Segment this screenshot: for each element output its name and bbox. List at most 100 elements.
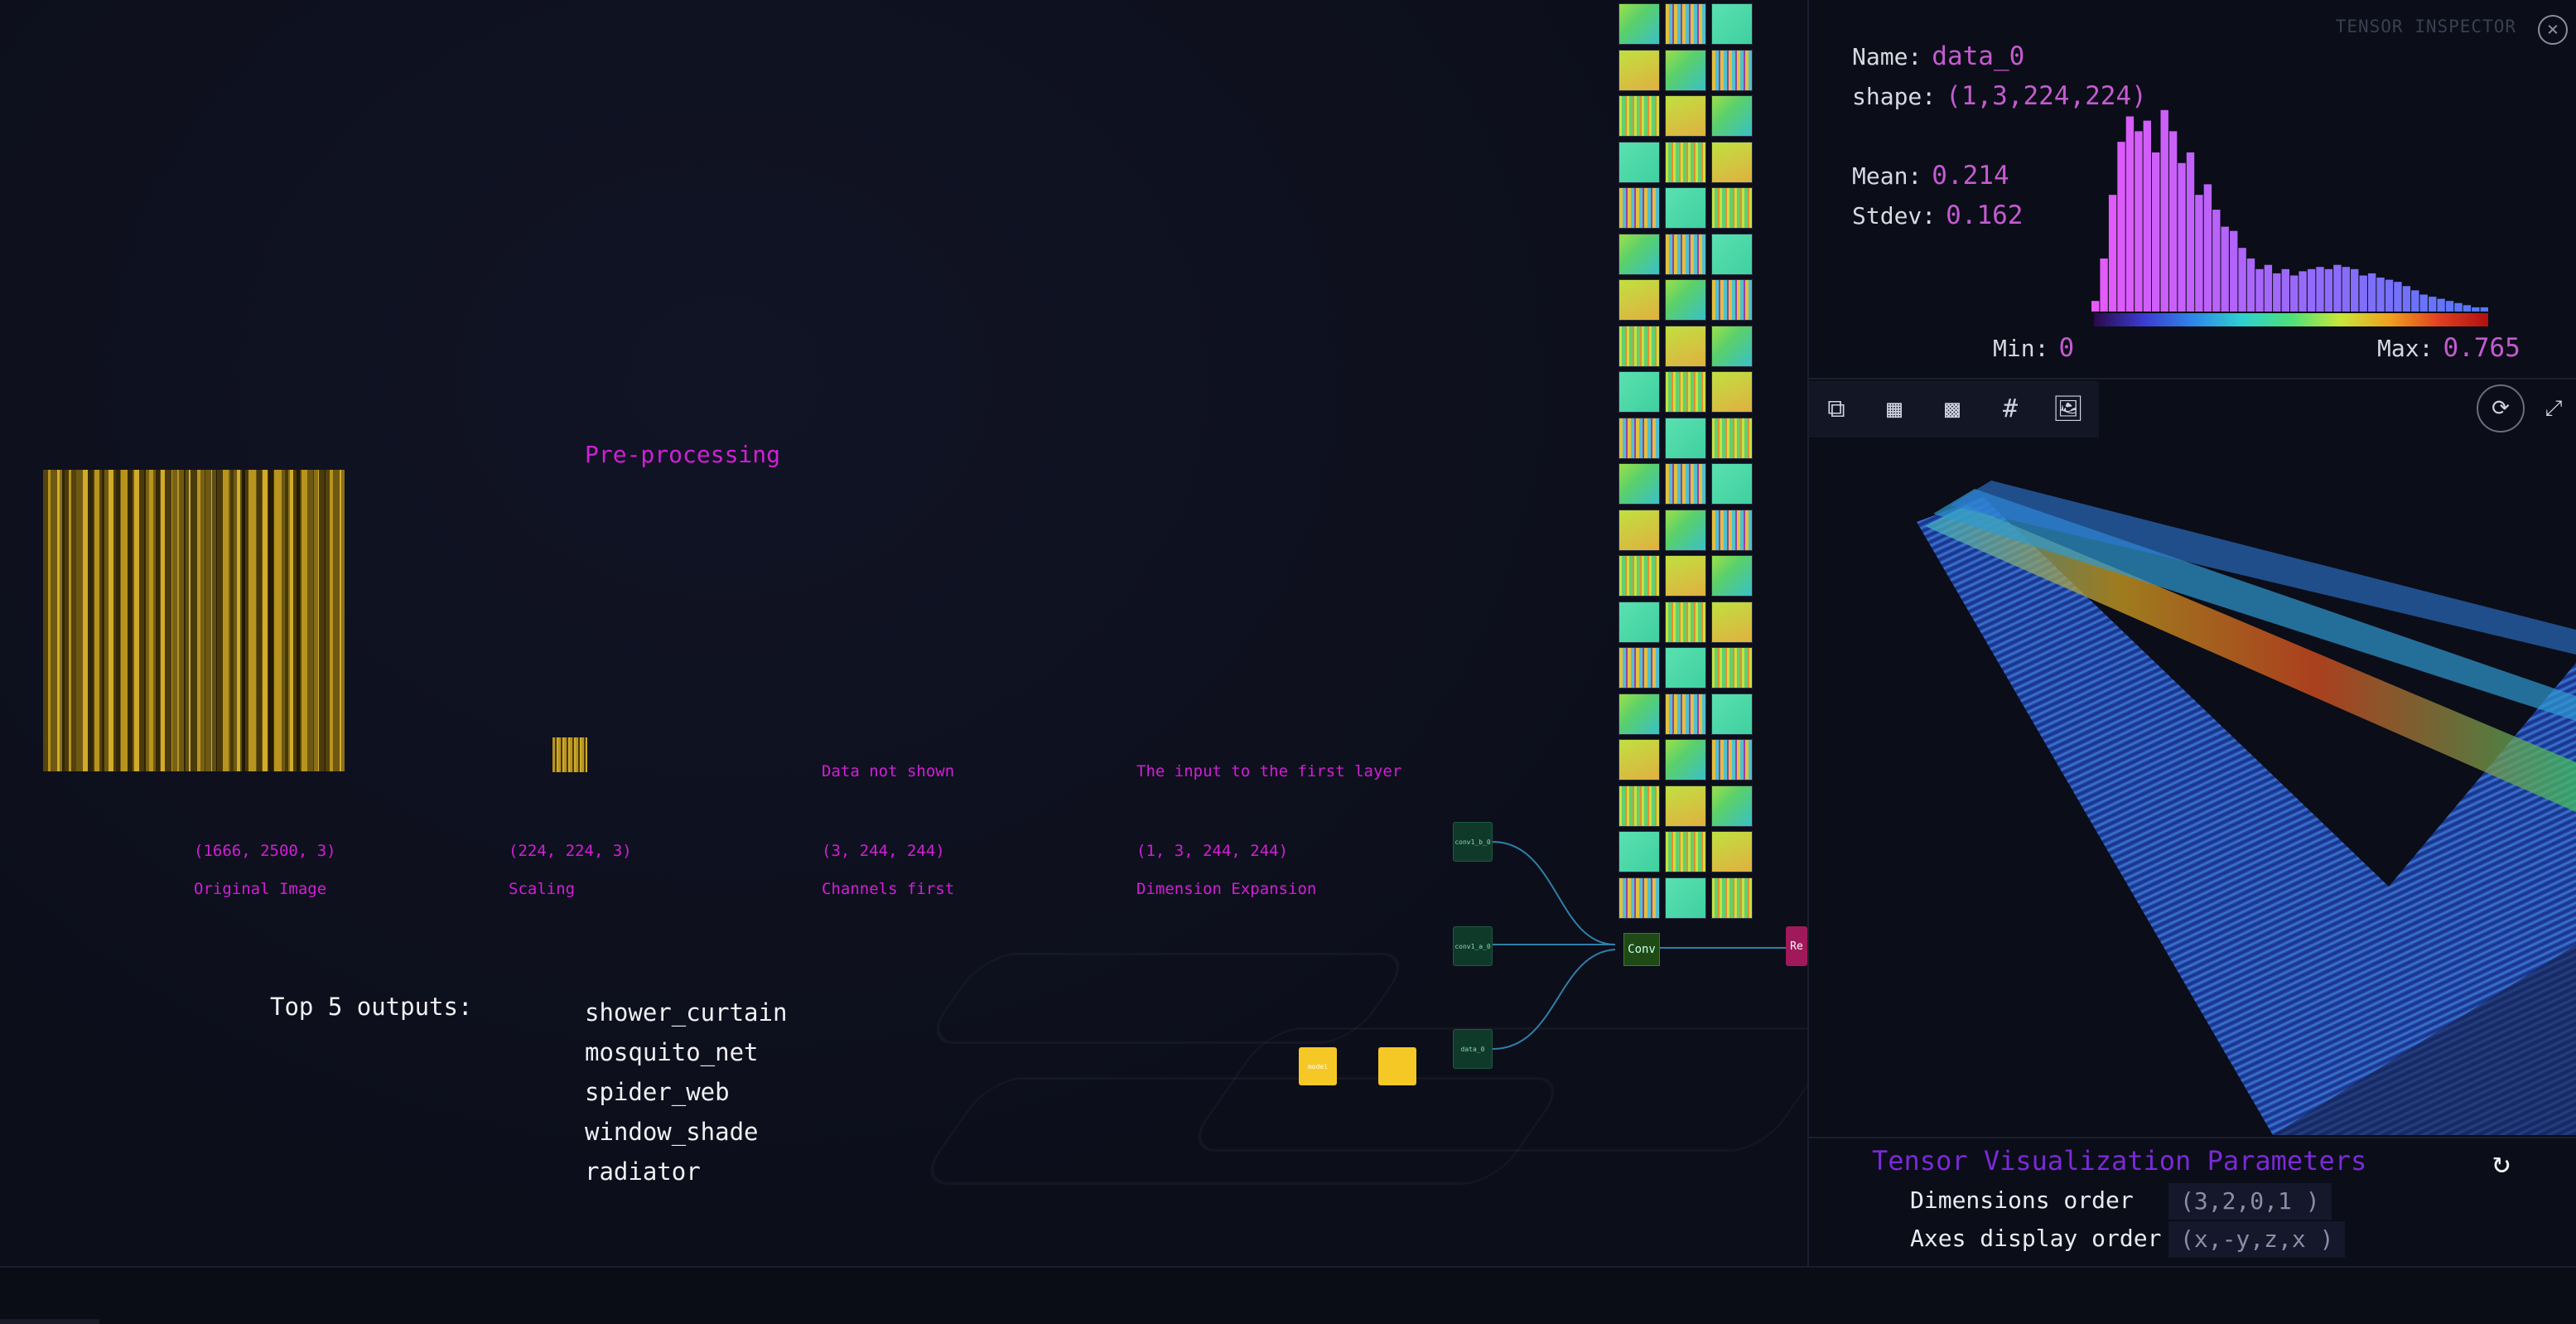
feature-map-tile[interactable] [1665,187,1706,229]
feature-map-tile[interactable] [1711,371,1753,413]
tensor-3d-view[interactable] [1809,447,2576,1135]
feature-map-tile[interactable] [1665,877,1706,919]
feature-map-tile[interactable] [1618,463,1660,505]
feature-map-tile[interactable] [1711,555,1753,597]
feature-map-grid[interactable] [1617,0,1758,920]
tensor-max-row: Max: 0.765 [2377,333,2521,363]
feature-map-tile[interactable] [1618,601,1660,643]
tensor-name-value: data_0 [1932,41,2025,71]
feature-map-tile[interactable] [1711,233,1753,275]
node-relu[interactable]: Re [1786,926,1807,966]
tensor-max-label: Max: [2377,335,2434,362]
feature-map-tile[interactable] [1665,647,1706,689]
feature-map-tile[interactable] [1618,555,1660,597]
node-conv[interactable]: Conv [1623,933,1660,966]
graph-canvas[interactable]: Pre-processing Data not shown The input … [0,0,1807,1266]
feature-map-tile[interactable] [1665,463,1706,505]
feature-map-tile[interactable] [1711,647,1753,689]
image-icon[interactable]: 🖼 [2049,389,2087,428]
feature-map-tile[interactable] [1711,279,1753,321]
feature-map-tile[interactable] [1665,279,1706,321]
feature-map-tile[interactable] [1711,49,1753,91]
camera-rotate-button[interactable]: ⟳ [2477,384,2525,432]
node-data-0[interactable]: data_0 [1453,1029,1493,1069]
histogram-bar [2480,307,2488,312]
checker-alt-icon[interactable]: ▩ [1933,389,1971,428]
close-button[interactable]: × [2538,15,2568,45]
hash-icon[interactable]: # [1991,389,2029,428]
copy-icon[interactable]: ⧉ [1817,389,1855,428]
status-bar [0,1266,2576,1324]
feature-map-tile[interactable] [1711,785,1753,827]
feature-map-tile[interactable] [1618,371,1660,413]
node-conv-a[interactable]: conv1_a_0 [1453,926,1493,966]
feature-map-tile[interactable] [1711,509,1753,551]
divider [1809,378,2576,379]
feature-map-tile[interactable] [1711,463,1753,505]
feature-map-tile[interactable] [1665,49,1706,91]
feature-map-tile[interactable] [1618,693,1660,735]
dims-order-input[interactable]: (3,2,0,1 ) [2168,1183,2332,1220]
feature-map-tile[interactable] [1711,739,1753,780]
feature-map-tile[interactable] [1665,785,1706,827]
divider [1809,1137,2576,1138]
node-conv-b[interactable]: conv1_b_0 [1453,822,1493,862]
feature-map-tile[interactable] [1618,3,1660,45]
feature-map-tile[interactable] [1711,831,1753,872]
feature-map-tile[interactable] [1665,417,1706,459]
feature-map-tile[interactable] [1665,555,1706,597]
histogram-bar [2367,273,2376,312]
feature-map-tile[interactable] [1665,141,1706,183]
feature-map-tile[interactable] [1711,141,1753,183]
feature-map-tile[interactable] [1618,95,1660,137]
histogram-bar [2454,302,2463,312]
feature-map-tile[interactable] [1711,95,1753,137]
node-model-0[interactable]: model [1299,1047,1337,1085]
feature-map-tile[interactable] [1618,325,1660,367]
feature-map-tile[interactable] [1665,601,1706,643]
params-title: Tensor Visualization Parameters [1872,1145,2367,1177]
feature-map-tile[interactable] [1711,325,1753,367]
feature-map-tile[interactable] [1665,739,1706,780]
feature-map-tile[interactable] [1711,187,1753,229]
feature-map-tile[interactable] [1618,647,1660,689]
feature-map-tile[interactable] [1618,831,1660,872]
feature-map-tile[interactable] [1665,509,1706,551]
feature-map-tile[interactable] [1618,233,1660,275]
feature-map-tile[interactable] [1665,831,1706,872]
feature-map-tile[interactable] [1665,325,1706,367]
feature-map-tile[interactable] [1665,693,1706,735]
feature-map-tile[interactable] [1618,785,1660,827]
feature-map-tile[interactable] [1665,233,1706,275]
feature-map-tile[interactable] [1711,417,1753,459]
feature-map-tile[interactable] [1711,693,1753,735]
feature-map-tile[interactable] [1665,95,1706,137]
checker-icon[interactable]: ▦ [1875,389,1913,428]
feature-map-tile[interactable] [1711,3,1753,45]
feature-map-tile[interactable] [1665,3,1706,45]
histogram-bar [2299,271,2307,312]
expand-icon[interactable]: ⤢ [2530,384,2576,432]
feature-map-tile[interactable] [1711,877,1753,919]
feature-map-tile[interactable] [1618,877,1660,919]
histogram-bar [2230,230,2238,312]
histogram-bar [2186,152,2195,312]
refresh-icon[interactable]: ↻ [2485,1147,2518,1180]
feature-map-tile[interactable] [1618,141,1660,183]
feature-map-tile[interactable] [1618,509,1660,551]
histogram-bar [2246,259,2255,312]
graph-edge [1492,841,1616,945]
axes-order-input[interactable]: (x,-y,z,x ) [2168,1221,2346,1258]
feature-map-tile[interactable] [1618,279,1660,321]
feature-map-tile[interactable] [1711,601,1753,643]
feature-map-tile[interactable] [1618,417,1660,459]
node-model-1[interactable] [1378,1047,1416,1085]
feature-map-tile[interactable] [1618,49,1660,91]
feature-map-tile[interactable] [1665,371,1706,413]
tensor-mean-value: 0.214 [1932,161,2009,191]
status-bar-accent [0,1319,99,1324]
feature-map-tile[interactable] [1618,187,1660,229]
feature-map-tile[interactable] [1618,739,1660,780]
histogram-bar [2203,184,2212,312]
histogram-bar [2221,226,2229,312]
